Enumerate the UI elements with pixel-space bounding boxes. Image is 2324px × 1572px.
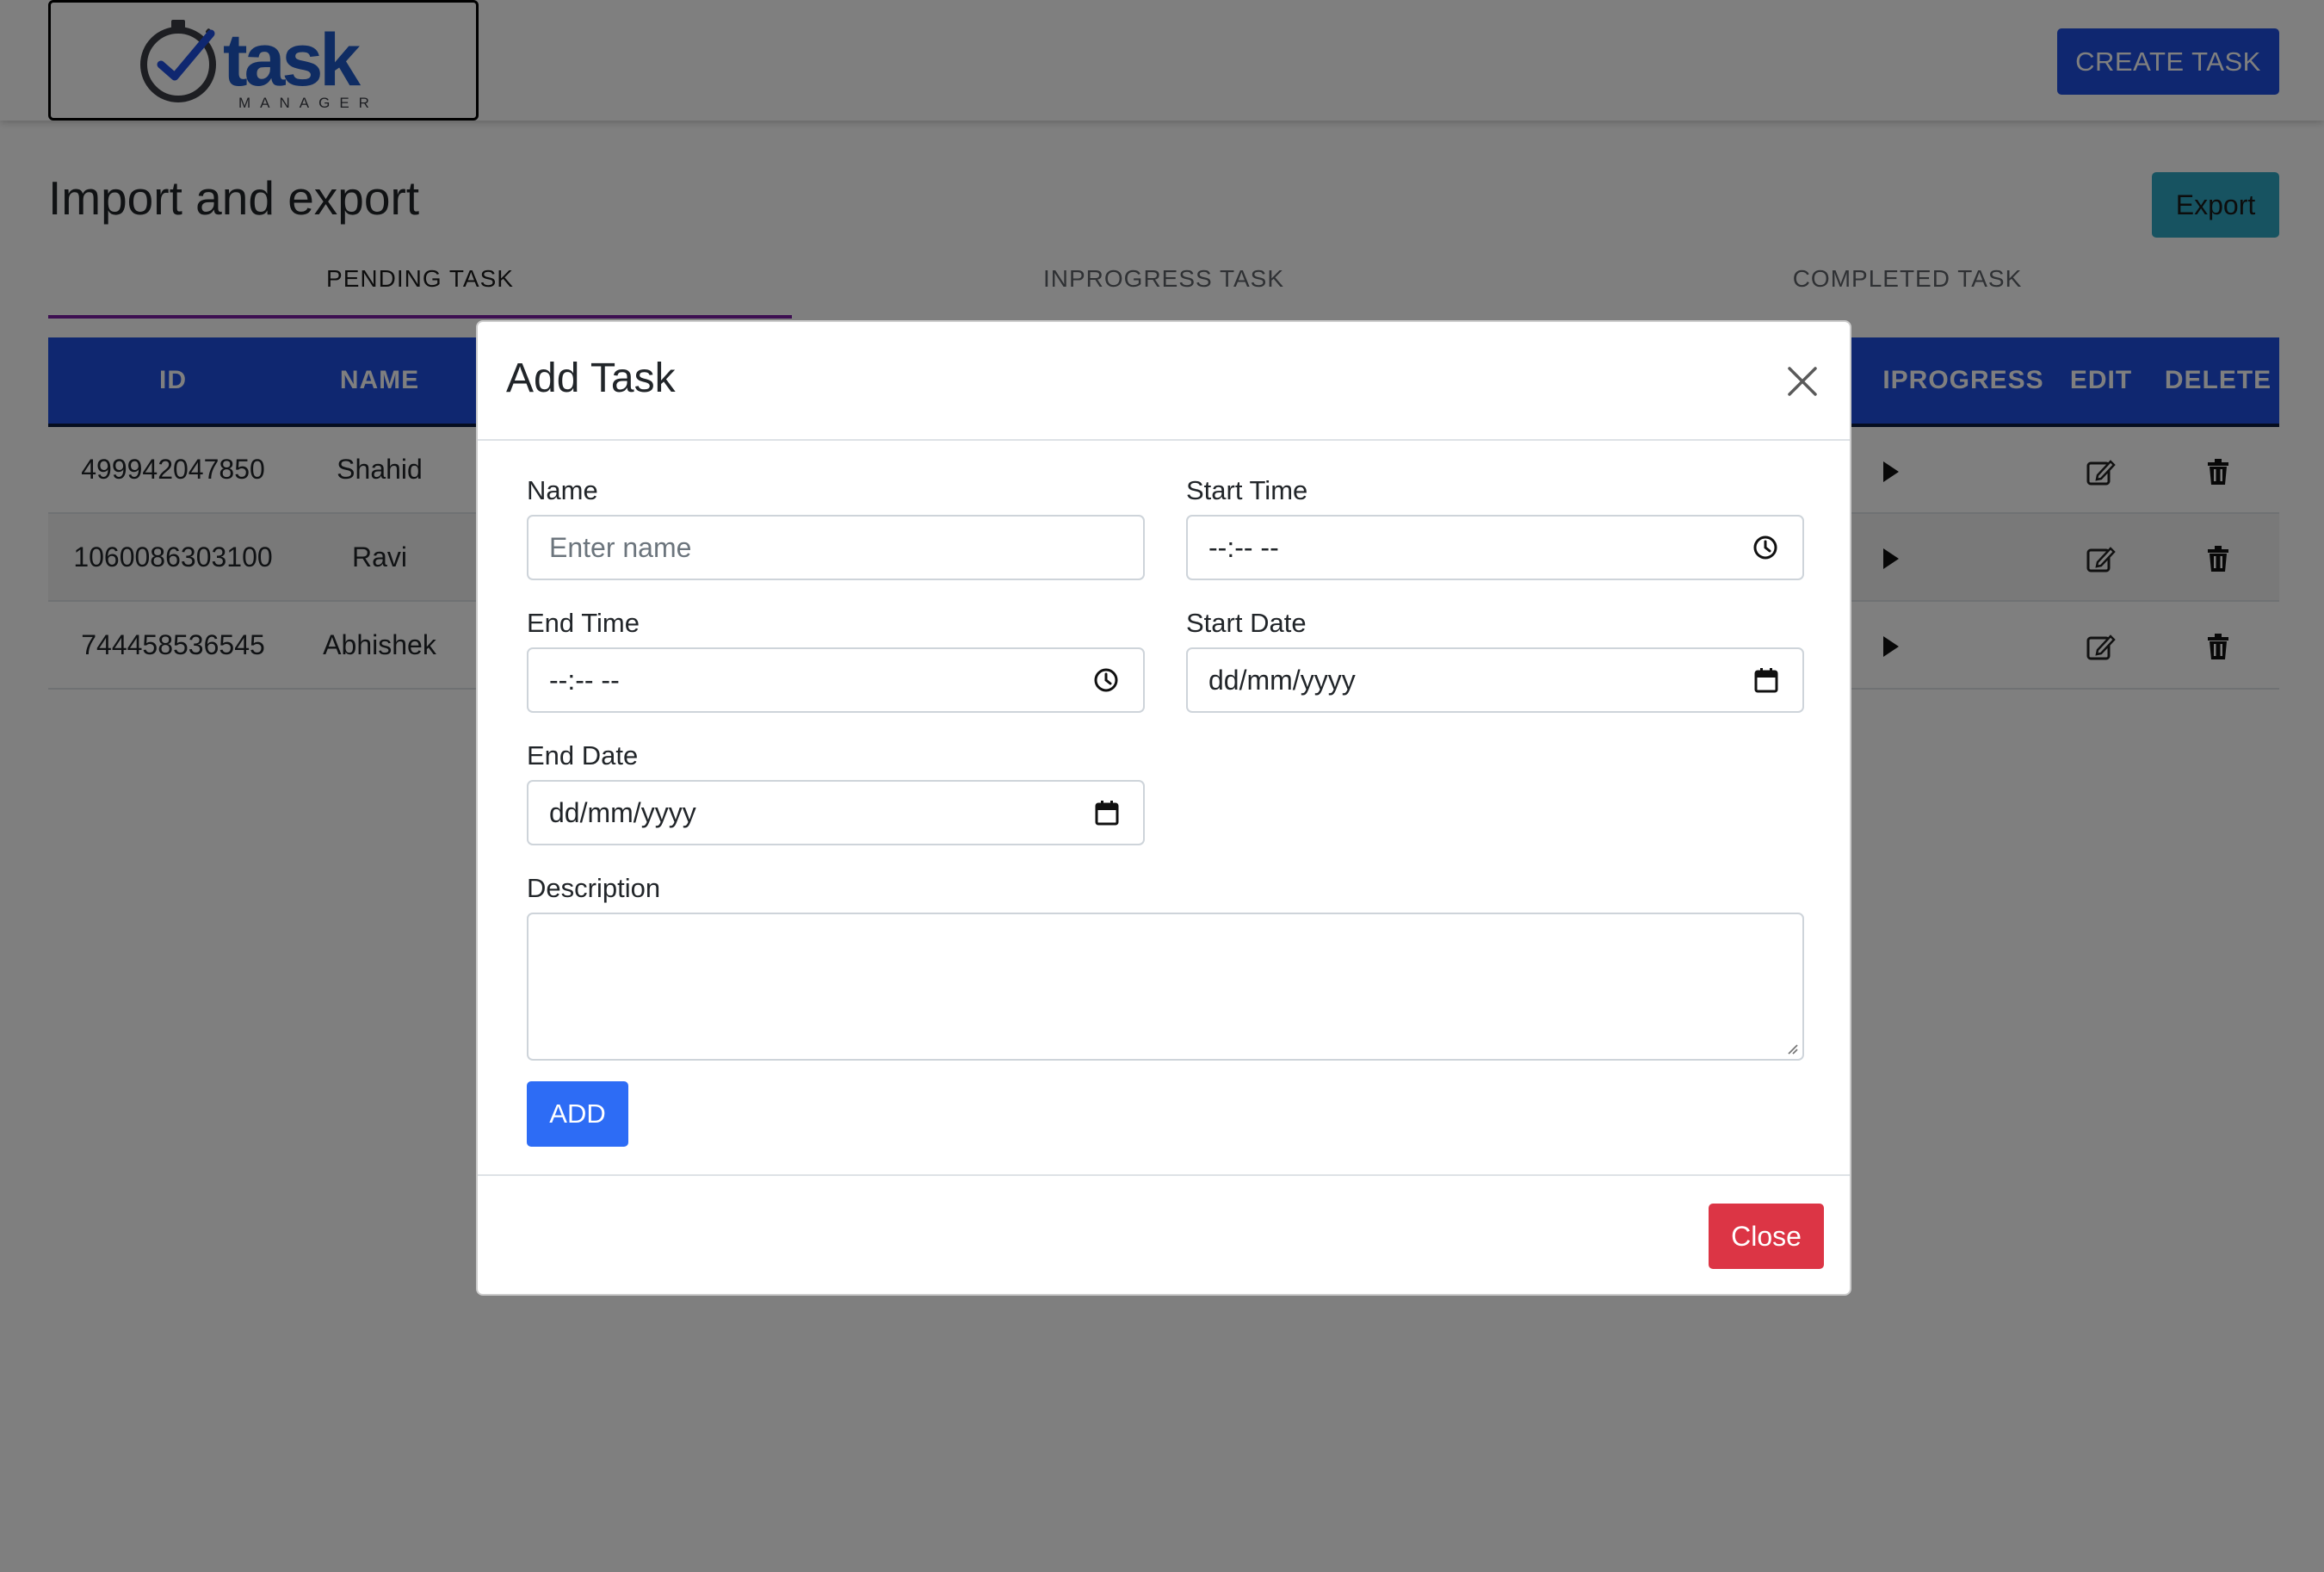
description-textarea[interactable] (527, 913, 1804, 1061)
end-time-field: End Time --:-- -- (527, 608, 1145, 713)
name-input[interactable]: Enter name (527, 515, 1145, 580)
add-task-button[interactable]: ADD (527, 1081, 628, 1147)
name-label: Name (527, 475, 598, 505)
start-time-input[interactable]: --:-- -- (1186, 515, 1804, 580)
modal-footer: Close (478, 1174, 1850, 1296)
modal-close-button[interactable] (1781, 360, 1824, 403)
calendar-icon[interactable] (1754, 667, 1778, 693)
end-time-label: End Time (527, 608, 640, 638)
clock-icon[interactable] (1752, 535, 1778, 560)
modal-title: Add Task (506, 356, 676, 401)
task-manager-page: task MANAGER CREATE TASK Import and expo… (0, 0, 2324, 1572)
description-label: Description (527, 873, 661, 903)
description-field: Description (527, 873, 1804, 1061)
calendar-icon[interactable] (1095, 800, 1119, 826)
start-date-input[interactable]: dd/mm/yyyy (1186, 647, 1804, 713)
close-icon (1788, 367, 1817, 396)
end-date-field: End Date dd/mm/yyyy (527, 740, 1145, 845)
resize-grip-icon[interactable] (1785, 1042, 1799, 1055)
clock-icon[interactable] (1093, 667, 1119, 693)
add-task-modal: Add Task Name Enter name Start Time --:-… (476, 320, 1851, 1296)
start-date-value: dd/mm/yyyy (1208, 664, 1356, 696)
start-time-field: Start Time --:-- -- (1186, 475, 1804, 580)
start-time-label: Start Time (1186, 475, 1308, 505)
end-date-label: End Date (527, 740, 639, 771)
start-time-value: --:-- -- (1208, 531, 1279, 563)
close-button[interactable]: Close (1709, 1204, 1824, 1269)
start-date-label: Start Date (1186, 608, 1307, 638)
end-date-input[interactable]: dd/mm/yyyy (527, 780, 1145, 845)
modal-header: Add Task (478, 322, 1850, 441)
modal-body: Name Enter name Start Time --:-- -- End … (478, 441, 1850, 1495)
start-date-field: Start Date dd/mm/yyyy (1186, 608, 1804, 713)
end-time-value: --:-- -- (549, 664, 620, 696)
name-field: Name Enter name (527, 475, 1145, 580)
end-date-value: dd/mm/yyyy (549, 796, 696, 828)
end-time-input[interactable]: --:-- -- (527, 647, 1145, 713)
